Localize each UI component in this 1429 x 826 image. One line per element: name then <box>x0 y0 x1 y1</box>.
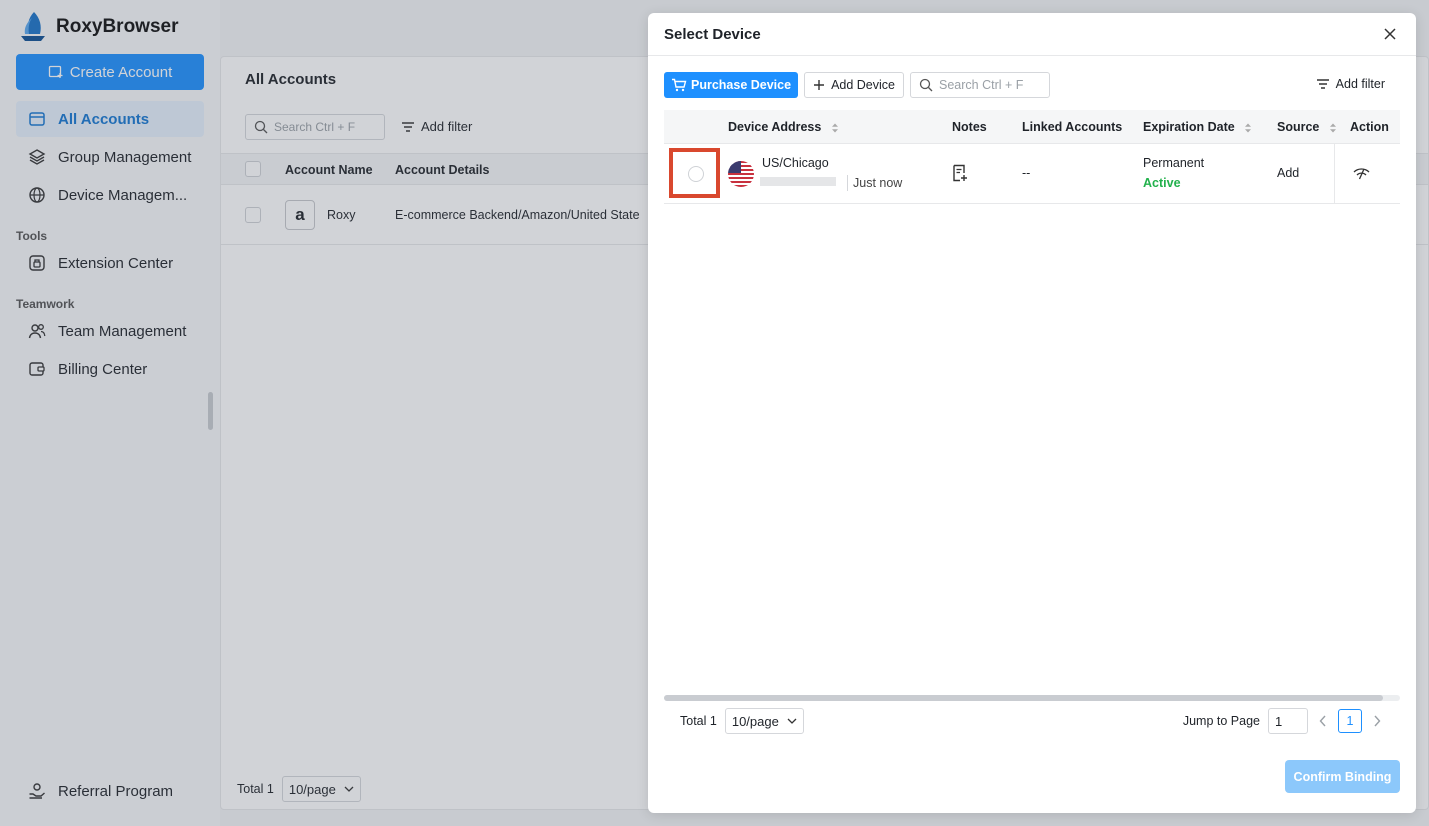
device-radio-button[interactable] <box>688 166 704 182</box>
sort-icon <box>1329 123 1336 133</box>
sort-icon <box>831 123 838 133</box>
cart-icon <box>672 78 687 92</box>
table-row[interactable]: US/Chicago Just now -- Permanent Active … <box>664 144 1400 204</box>
drawer-toolbar: Purchase Device Add Device Search Ctrl +… <box>664 72 1050 98</box>
device-time: Just now <box>853 176 903 190</box>
plus-icon <box>814 80 825 90</box>
page-size-value: 10/page <box>731 713 779 729</box>
status-badge: Active <box>1143 176 1181 190</box>
filter-label: Add filter <box>1335 77 1385 91</box>
device-pagination-right: Jump to Page 1 1 <box>1183 708 1384 734</box>
redacted-ip-address <box>760 177 836 186</box>
prev-page-button[interactable] <box>1316 714 1330 728</box>
add-device-label: Add Device <box>831 78 895 92</box>
total-label: Total 1 <box>680 714 717 728</box>
select-device-drawer: Select Device Purchase Device Add Device… <box>648 13 1416 813</box>
column-header-expiration-date[interactable]: Expiration Date <box>1143 120 1252 134</box>
search-icon <box>919 78 933 92</box>
purchase-device-label: Purchase Device <box>691 78 792 92</box>
horizontal-scrollbar[interactable] <box>664 695 1400 701</box>
add-note-icon[interactable] <box>952 164 968 182</box>
sort-icon <box>1245 123 1252 133</box>
column-header-action: Action <box>1350 120 1389 134</box>
linked-accounts-value: -- <box>1022 166 1031 180</box>
close-icon[interactable] <box>1382 26 1398 42</box>
source-value: Add <box>1277 166 1300 180</box>
page-number-button[interactable]: 1 <box>1338 709 1362 733</box>
scrollbar-thumb[interactable] <box>664 695 1383 701</box>
device-pagination-left: Total 1 10/page <box>680 708 804 734</box>
drawer-title: Select Device <box>664 26 761 43</box>
jump-to-page-label: Jump to Page <box>1182 714 1260 728</box>
filter-icon <box>1316 79 1329 89</box>
device-location: US/Chicago <box>762 156 829 170</box>
device-search-input[interactable]: Search Ctrl + F <box>910 72 1050 98</box>
chevron-down-icon <box>787 718 797 724</box>
divider <box>1334 144 1335 204</box>
page-size-select[interactable]: 10/page <box>724 708 804 734</box>
chevron-right-icon <box>1374 715 1381 727</box>
drawer-header: Select Device <box>648 13 1416 56</box>
jump-to-page-input[interactable]: 1 <box>1268 708 1308 734</box>
column-header-label: Device Address <box>728 120 822 134</box>
column-header-source[interactable]: Source <box>1277 120 1337 134</box>
add-device-button[interactable]: Add Device <box>804 72 904 98</box>
us-flag-icon <box>728 161 754 187</box>
column-header-device-address[interactable]: Device Address <box>728 120 839 134</box>
column-header-linked-accounts: Linked Accounts <box>1022 120 1123 134</box>
device-table-header: Device Address Notes Linked Accounts Exp… <box>664 110 1400 144</box>
divider <box>847 175 848 191</box>
chevron-left-icon <box>1319 715 1326 727</box>
expiration-value: Permanent <box>1143 156 1205 170</box>
device-add-filter-button[interactable]: Add filter <box>1316 77 1385 91</box>
confirm-binding-button[interactable]: Confirm Binding <box>1285 760 1400 793</box>
next-page-button[interactable] <box>1370 714 1384 728</box>
column-header-label: Expiration Date <box>1143 120 1235 134</box>
purchase-device-button[interactable]: Purchase Device <box>664 72 799 98</box>
column-header-label: Source <box>1277 120 1320 134</box>
search-placeholder: Search Ctrl + F <box>939 78 1024 92</box>
column-header-notes: Notes <box>952 120 987 134</box>
connection-test-icon[interactable] <box>1353 167 1370 180</box>
